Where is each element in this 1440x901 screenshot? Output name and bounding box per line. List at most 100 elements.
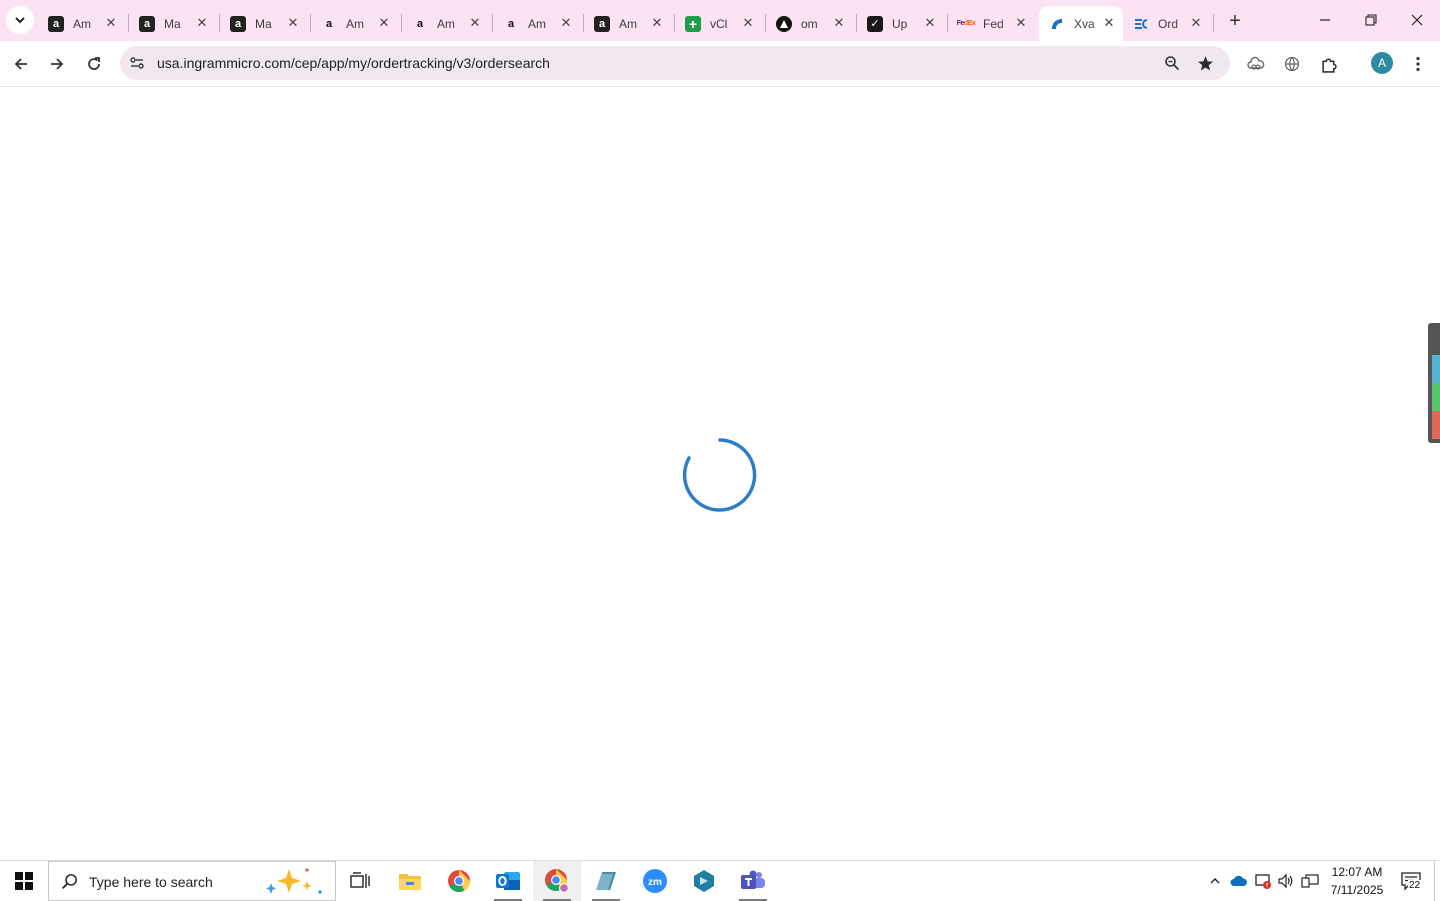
system-clock[interactable]: 12:07 AM 7/11/2025 [1326, 863, 1388, 899]
close-window-button[interactable] [1394, 0, 1440, 40]
profile-avatar[interactable]: A [1371, 52, 1393, 74]
volume-tray-button[interactable] [1276, 871, 1296, 891]
close-icon[interactable]: ✕ [1013, 15, 1029, 31]
outlook-button[interactable] [484, 861, 532, 901]
close-icon[interactable]: ✕ [194, 15, 210, 31]
amazon-icon: a [230, 15, 246, 32]
zoom-button[interactable]: zm [631, 861, 679, 901]
chrome-profile-icon [545, 869, 569, 893]
tab-amazon-4[interactable]: a Am ✕ [311, 6, 402, 41]
close-icon[interactable]: ✕ [103, 15, 119, 31]
tab-vclick[interactable]: + vCl ✕ [675, 6, 766, 41]
fedex-icon: Fe dEx [956, 20, 976, 27]
back-button[interactable] [5, 48, 37, 80]
more-vertical-icon [1416, 56, 1420, 72]
checkmark-logo-icon: ✓ [867, 15, 883, 32]
tab-amazon-3[interactable]: a Ma ✕ [220, 6, 311, 41]
feedback-side-widget[interactable] [1428, 323, 1440, 443]
tab-title: Am [437, 16, 455, 31]
onedrive-cloud-icon [1230, 875, 1247, 886]
tab-title: Fed [983, 16, 1004, 31]
close-icon [1411, 14, 1423, 26]
teams-icon [741, 870, 765, 889]
side-widget-red-segment[interactable] [1432, 411, 1440, 439]
chrome-menu-button[interactable] [1402, 48, 1434, 80]
network-icon [1301, 874, 1319, 888]
close-icon[interactable]: ✕ [649, 15, 665, 31]
close-icon[interactable]: ✕ [285, 15, 301, 31]
tab-title: Up [892, 16, 908, 31]
extension-button[interactable] [1240, 48, 1272, 80]
minimize-button[interactable] [1302, 0, 1348, 40]
copilot-sparkle-icon [266, 868, 322, 894]
close-icon[interactable]: ✕ [558, 15, 574, 31]
forward-button[interactable] [41, 48, 73, 80]
close-icon[interactable]: ✕ [831, 15, 847, 31]
network-tray-button[interactable] [1300, 871, 1320, 891]
browser-toolbar: usa.ingrammicro.com/cep/app/my/ordertrac… [0, 41, 1440, 87]
teams-button[interactable] [729, 861, 777, 901]
app-icon [596, 872, 616, 890]
close-icon[interactable]: ✕ [467, 15, 483, 31]
tab-search-button[interactable] [6, 6, 34, 34]
triangle-logo-icon [776, 15, 792, 32]
tab-amazon-2[interactable]: a Ma ✕ [129, 6, 220, 41]
new-tab-button[interactable]: + [1222, 8, 1248, 34]
zoom-icon[interactable] [1164, 55, 1180, 71]
tab-om[interactable]: om ✕ [766, 6, 857, 41]
side-widget-blue-segment[interactable] [1432, 355, 1440, 383]
svg-text:zm: zm [648, 877, 662, 888]
app-icon [694, 870, 714, 892]
tab-amazon-1[interactable]: a Am ✕ [38, 6, 129, 41]
search-icon [61, 874, 77, 890]
tab-xvantage-active[interactable]: Xva ✕ [1039, 6, 1123, 41]
close-icon[interactable]: ✕ [1101, 15, 1117, 31]
site-info-icon[interactable] [129, 55, 145, 71]
restore-button[interactable] [1348, 0, 1394, 40]
onedrive-tray-button[interactable] [1229, 871, 1249, 891]
tab-up[interactable]: ✓ Up ✕ [857, 6, 948, 41]
translate-extension-button[interactable] [1276, 48, 1308, 80]
ingram-micro-icon [1133, 16, 1149, 32]
file-explorer-icon [399, 874, 421, 890]
taskbar-app-button[interactable] [582, 861, 630, 901]
chrome-button[interactable] [435, 861, 483, 901]
tab-order[interactable]: Ord ✕ [1123, 6, 1214, 41]
bookmark-star-icon[interactable] [1197, 55, 1214, 72]
side-widget-green-segment[interactable] [1432, 383, 1440, 411]
tab-title: Ma [255, 16, 272, 31]
file-explorer-button[interactable] [386, 861, 434, 901]
amazon-smile-icon: a [507, 17, 515, 30]
show-desktop-button[interactable] [1434, 861, 1440, 901]
tab-title: Ord [1158, 16, 1179, 31]
close-icon[interactable]: ✕ [922, 15, 938, 31]
taskbar-search-box[interactable]: Type here to search [48, 861, 336, 901]
tab-title: Am [346, 16, 364, 31]
puzzle-icon [1321, 57, 1337, 73]
notification-center-button[interactable]: 22 [1398, 871, 1426, 891]
chrome-profile-button[interactable] [533, 861, 581, 901]
clock-time: 12:07 AM [1331, 865, 1383, 879]
extensions-menu-button[interactable] [1313, 48, 1345, 80]
show-hidden-icons-button[interactable] [1205, 871, 1225, 891]
security-tray-button[interactable] [1253, 871, 1273, 891]
taskbar-app-button[interactable] [680, 861, 728, 901]
task-view-button[interactable] [336, 861, 384, 901]
close-icon[interactable]: ✕ [376, 15, 392, 31]
close-icon[interactable]: ✕ [740, 15, 756, 31]
start-button[interactable] [0, 861, 48, 901]
tab-list: a Am ✕ a Ma ✕ a Ma ✕ a Am ✕ a Am ✕ a Am … [38, 6, 1214, 41]
close-icon[interactable]: ✕ [1188, 15, 1204, 31]
reload-button[interactable] [78, 48, 110, 80]
amazon-icon: a [48, 15, 64, 32]
tab-fedex[interactable]: Fe dEx Fed ✕ [948, 6, 1039, 41]
address-bar[interactable]: usa.ingrammicro.com/cep/app/my/ordertrac… [120, 46, 1230, 80]
tab-amazon-5[interactable]: a Am ✕ [402, 6, 493, 41]
notification-count-badge: 22 [1408, 880, 1422, 891]
tab-title: Ma [164, 16, 181, 31]
tab-amazon-7[interactable]: a Am ✕ [584, 6, 675, 41]
tab-title: Xva [1074, 16, 1095, 31]
clock-date: 7/11/2025 [1330, 883, 1384, 897]
tab-amazon-6[interactable]: a Am ✕ [493, 6, 584, 41]
tab-strip: a Am ✕ a Ma ✕ a Ma ✕ a Am ✕ a Am ✕ a Am … [0, 0, 1440, 41]
